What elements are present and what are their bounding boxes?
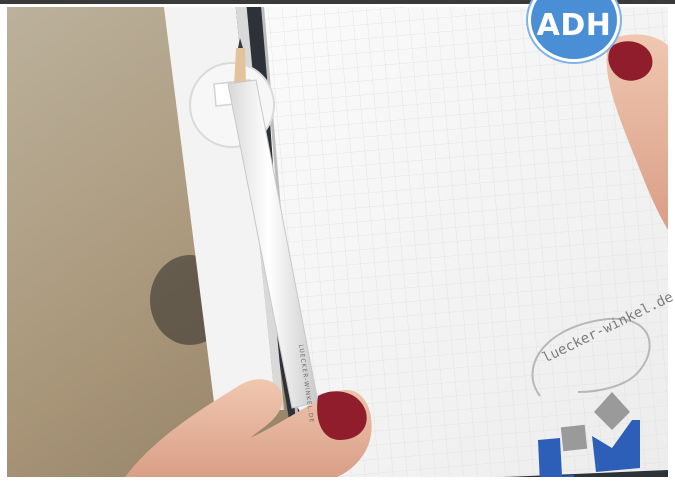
scene	[0, 0, 675, 484]
badge-label: ADH	[536, 8, 612, 43]
photo: luecker-winkel.de LUECKER-WINKEL.DE	[0, 0, 675, 484]
pencil-tip-wood	[234, 48, 246, 86]
